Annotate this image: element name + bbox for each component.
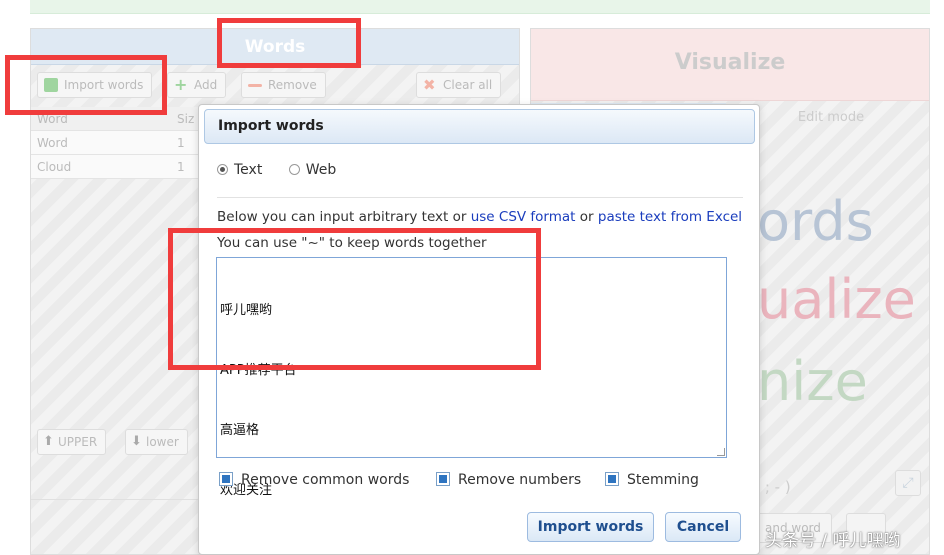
top-banner [30, 0, 930, 14]
radio-web[interactable]: Web [288, 162, 336, 178]
arrow-down-icon: ⬇ [131, 434, 142, 449]
visualize-panel-title: Visualize [531, 29, 929, 101]
words-table: Word Siz Word 1 Cloud 1 [31, 107, 199, 179]
radio-checked-icon [217, 164, 228, 175]
cancel-button[interactable]: Cancel [665, 512, 741, 542]
paste-excel-link[interactable]: paste text from Excel [598, 209, 742, 225]
highlight-box [168, 228, 541, 370]
import-instructions: Below you can input arbitrary text or us… [217, 209, 743, 225]
highlight-box [217, 18, 361, 68]
csv-format-link[interactable]: use CSV format [471, 209, 576, 225]
radio-text[interactable]: Text [217, 162, 262, 178]
remove-common-words-checkbox[interactable]: Remove common words [219, 472, 409, 488]
close-icon: ✖ [423, 76, 436, 94]
radio-unchecked-icon [288, 164, 300, 175]
tab-edit-mode[interactable]: Edit mode [731, 103, 931, 133]
remove-numbers-checkbox[interactable]: Remove numbers [436, 472, 581, 488]
checkbox-checked-icon [605, 472, 619, 486]
table-row[interactable]: Word 1 [31, 131, 199, 155]
add-word-button[interactable]: + Add [167, 72, 227, 98]
arrow-up-icon: ⬆ [43, 434, 54, 449]
fullscreen-icon[interactable]: ⤢ [895, 470, 921, 496]
status-text: ; ; - ) [755, 478, 791, 496]
stemming-checkbox[interactable]: Stemming [605, 472, 699, 488]
upper-button[interactable]: ⬆ UPPER [37, 429, 107, 455]
watermark: 头条号 / 呼儿嘿哟 [765, 531, 901, 551]
cloud-word: ords [757, 190, 874, 253]
cloud-word: nize [757, 350, 868, 413]
source-radio-group: Text Web [217, 162, 336, 178]
cloud-word: ualize [757, 268, 916, 331]
checkbox-checked-icon [219, 472, 233, 486]
dialog-title: Import words [204, 109, 755, 144]
highlight-box [5, 55, 167, 115]
resize-handle-icon[interactable] [717, 448, 725, 456]
clear-all-button[interactable]: ✖ Clear all [416, 72, 502, 98]
table-row[interactable]: Cloud 1 [31, 155, 199, 179]
plus-icon: + [174, 75, 188, 94]
remove-word-button[interactable]: Remove [241, 72, 326, 98]
lower-button[interactable]: ⬇ lower [125, 429, 188, 455]
import-words-submit-button[interactable]: Import words [527, 512, 654, 542]
checkbox-checked-icon [436, 472, 450, 486]
minus-icon [248, 84, 262, 87]
divider [217, 197, 743, 198]
